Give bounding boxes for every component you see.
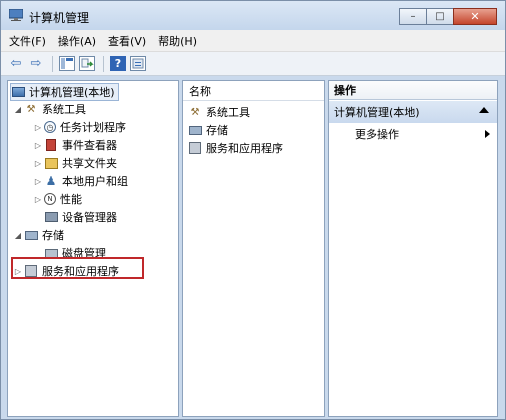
tree-item-storage[interactable]: ◢ 存储: [12, 226, 64, 244]
tree-item-local-users[interactable]: ▷ ♟ 本地用户和组: [32, 172, 128, 190]
minimize-button[interactable]: –: [399, 8, 427, 25]
actions-section-computer-management[interactable]: 计算机管理(本地): [329, 101, 497, 123]
expand-arrow-icon[interactable]: ▷: [32, 159, 44, 168]
tree-item-shared-folders[interactable]: ▷ 共享文件夹: [32, 154, 117, 172]
properties-icon[interactable]: [129, 55, 147, 73]
event-viewer-icon: [44, 138, 58, 152]
tree-item-event-viewer[interactable]: ▷ 事件查看器: [32, 136, 117, 154]
maximize-button[interactable]: □: [426, 8, 454, 25]
storage-icon: [24, 228, 38, 242]
export-list-icon[interactable]: [78, 55, 96, 73]
clock-icon: ◷: [44, 121, 56, 133]
storage-icon: [188, 123, 202, 137]
collapse-arrow-icon[interactable]: ◢: [12, 231, 24, 240]
console-tree-pane[interactable]: 计算机管理(本地) ◢ ⚒ 系统工具 ▷ ◷ 任务计划程序 ▷ 事件查看器 ▷ …: [7, 80, 179, 417]
list-item-services-apps[interactable]: 服务和应用程序: [188, 139, 283, 157]
help-icon[interactable]: ?: [109, 55, 127, 73]
tools-icon: ⚒: [190, 106, 200, 118]
close-icon: ✕: [470, 10, 480, 23]
menu-action[interactable]: 操作(A): [58, 33, 96, 49]
window-title: 计算机管理: [29, 11, 90, 25]
menu-view[interactable]: 查看(V): [108, 33, 146, 49]
device-manager-icon: [44, 210, 58, 224]
results-pane[interactable]: 名称 ⚒ 系统工具 存储 服务和应用程序: [182, 80, 325, 417]
more-actions-item[interactable]: 更多操作: [355, 125, 490, 143]
users-icon: ♟: [45, 174, 57, 188]
menu-bar: 文件(F) 操作(A) 查看(V) 帮助(H): [1, 30, 505, 52]
tree-root-label: 计算机管理(本地): [29, 86, 115, 99]
list-item-system-tools[interactable]: ⚒ 系统工具: [188, 103, 250, 121]
expand-arrow-icon[interactable]: ▷: [32, 195, 44, 204]
menu-help[interactable]: 帮助(H): [158, 33, 197, 49]
toolbar-separator: [52, 55, 53, 72]
title-bar[interactable]: 计算机管理 – □ ✕: [1, 1, 505, 30]
performance-icon: N: [44, 193, 56, 205]
tools-icon: ⚒: [26, 103, 36, 115]
tree-root[interactable]: 计算机管理(本地): [10, 83, 119, 101]
services-icon: [188, 141, 202, 155]
collapse-up-icon[interactable]: [479, 107, 489, 113]
shared-folder-icon: [44, 156, 58, 170]
menu-file[interactable]: 文件(F): [9, 33, 46, 49]
tree-item-system-tools[interactable]: ◢ ⚒ 系统工具: [12, 100, 86, 118]
tree-item-task-scheduler[interactable]: ▷ ◷ 任务计划程序: [32, 118, 126, 136]
tree-item-performance[interactable]: ▷ N 性能: [32, 190, 82, 208]
expand-arrow-icon[interactable]: ▷: [32, 123, 44, 132]
computer-management-window: 计算机管理 – □ ✕ 文件(F) 操作(A) 查看(V) 帮助(H) ⇦ ⇨ …: [0, 0, 506, 420]
back-arrow-icon[interactable]: ⇦: [7, 55, 25, 73]
window-controls: – □ ✕: [399, 8, 497, 25]
submenu-arrow-icon: [485, 130, 490, 138]
computer-icon: [11, 85, 25, 99]
close-button[interactable]: ✕: [453, 8, 497, 25]
toolbar: ⇦ ⇨ ?: [1, 52, 505, 76]
actions-header: 操作: [329, 81, 497, 100]
forward-arrow-icon[interactable]: ⇨: [27, 55, 45, 73]
collapse-arrow-icon[interactable]: ◢: [12, 105, 24, 114]
computer-management-icon: [8, 8, 24, 21]
list-item-storage[interactable]: 存储: [188, 121, 228, 139]
toolbar-separator: [103, 55, 104, 72]
minimize-icon: –: [410, 11, 416, 22]
tree-item-device-manager[interactable]: 设备管理器: [32, 208, 117, 226]
expand-arrow-icon[interactable]: ▷: [32, 177, 44, 186]
highlight-box: [11, 257, 144, 279]
maximize-icon: □: [435, 11, 445, 22]
show-hide-tree-icon[interactable]: [58, 55, 76, 73]
expand-arrow-icon[interactable]: ▷: [32, 141, 44, 150]
actions-pane: 操作 计算机管理(本地) 更多操作: [328, 80, 498, 417]
name-column-header[interactable]: 名称: [183, 81, 324, 101]
